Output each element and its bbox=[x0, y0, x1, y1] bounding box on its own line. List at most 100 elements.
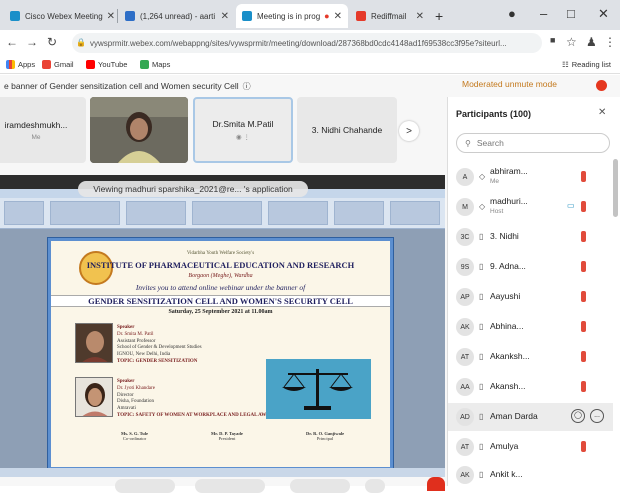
bookmark-gmail[interactable]: Gmail bbox=[42, 60, 74, 69]
thumbnail-self[interactable]: iramdeshmukh... Me bbox=[0, 97, 86, 163]
slide-place: Borgaon (Meghe), Wardha bbox=[188, 273, 253, 279]
bookmark-youtube[interactable]: YouTube bbox=[86, 60, 127, 69]
thumbnail-video[interactable] bbox=[90, 97, 188, 163]
participant-row[interactable]: AT ▯ Akanksh... bbox=[448, 343, 613, 371]
minimize-icon[interactable]: – bbox=[540, 6, 547, 21]
tab-rediffmail[interactable]: Rediffmail ✕ bbox=[350, 4, 430, 28]
muted-mic-icon[interactable] bbox=[581, 171, 586, 182]
participant-row[interactable]: AD ▯ Aman Darda ◯ ... bbox=[448, 403, 613, 431]
webex-meeting-app: e banner of Gender sensitization cell an… bbox=[0, 75, 620, 493]
back-icon[interactable]: ← bbox=[6, 35, 18, 49]
camera-indicator-icon[interactable]: ■ bbox=[550, 35, 555, 45]
mute-button[interactable] bbox=[115, 479, 175, 493]
alert-icon[interactable] bbox=[596, 80, 607, 91]
participant-row[interactable]: 3C ▯ 3. Nidhi bbox=[448, 223, 613, 251]
slide-date: Saturday, 25 September 2021 at 11.00am bbox=[168, 309, 273, 315]
reactions-button[interactable] bbox=[365, 479, 385, 493]
youtube-icon bbox=[86, 60, 95, 69]
slide-society: Vidarbha Youth Welfare Society's bbox=[186, 251, 255, 256]
close-icon[interactable]: ✕ bbox=[330, 11, 342, 22]
star-icon[interactable]: ☆ bbox=[566, 35, 577, 49]
address-bar-row: ← → ↻ vywsprmitr.webex.com/webappng/site… bbox=[0, 30, 620, 56]
phone-icon: ▯ bbox=[479, 382, 484, 391]
tab-webex-meetings[interactable]: Cisco Webex Meeting ✕ bbox=[4, 4, 116, 28]
bookmark-maps[interactable]: Maps bbox=[140, 60, 170, 69]
profile-avatar-icon[interactable]: ♟ bbox=[586, 35, 597, 49]
bookmarks-bar: Apps Gmail YouTube Maps ☷ Reading list bbox=[0, 56, 620, 74]
mute-action-icon[interactable]: ◯ bbox=[571, 409, 585, 423]
footer-principal: Dr. R. O. Ganjiwale Principal bbox=[306, 431, 345, 441]
speaker1-photo bbox=[75, 323, 113, 363]
speaker1-details: Speaker Dr. Smita M. Patil Assistant Pro… bbox=[117, 325, 202, 364]
viewing-application-label: Viewing madhuri sparshika_2021@re... 's … bbox=[78, 181, 308, 197]
phone-icon: ▯ bbox=[479, 412, 484, 421]
muted-mic-icon[interactable] bbox=[581, 291, 586, 302]
slide-event: GENDER SENSITIZATION CELL AND WOMEN'S SE… bbox=[51, 295, 390, 307]
window-close-icon[interactable]: ✕ bbox=[598, 6, 609, 22]
tab-label: Rediffmail bbox=[371, 11, 407, 21]
muted-mic-icon[interactable] bbox=[581, 351, 586, 362]
participant-row[interactable]: 9S ▯ 9. Adna... bbox=[448, 253, 613, 281]
bookmark-apps[interactable]: Apps bbox=[6, 60, 35, 69]
muted-mic-icon[interactable] bbox=[581, 321, 586, 332]
more-options-icon[interactable]: ... bbox=[590, 409, 604, 423]
phone-icon: ▯ bbox=[479, 322, 484, 331]
phone-icon: ▯ bbox=[479, 352, 484, 361]
info-icon[interactable]: ⓘ bbox=[243, 81, 251, 92]
video-thumbnails-strip: iramdeshmukh... Me Dr.Smita M.Patil ◉ ⋮ … bbox=[0, 97, 445, 173]
muted-mic-icon[interactable] bbox=[581, 261, 586, 272]
slide-institute: INSTITUTE OF PHARMACEUTICAL EDUCATION AN… bbox=[86, 260, 355, 270]
webex-icon bbox=[242, 11, 252, 21]
participant-row[interactable]: M ◇ madhuri... Host ▭ bbox=[448, 193, 613, 221]
mail-icon bbox=[125, 11, 135, 21]
maximize-icon[interactable]: □ bbox=[567, 6, 575, 21]
muted-mic-icon[interactable] bbox=[581, 441, 586, 452]
tab-label: (1,264 unread) - aarti bbox=[140, 11, 216, 21]
participant-row[interactable]: AA ▯ Akansh... bbox=[448, 373, 613, 401]
next-thumbnails-button[interactable]: > bbox=[399, 121, 419, 141]
leave-meeting-button[interactable] bbox=[427, 477, 445, 491]
tab-gmail[interactable]: (1,264 unread) - aarti ✕ bbox=[119, 4, 235, 28]
slide-invite: Invites you to attend online webinar und… bbox=[135, 283, 306, 292]
phone-icon: ▯ bbox=[479, 262, 484, 271]
reading-list[interactable]: ☷ Reading list bbox=[562, 60, 611, 69]
participant-search-input[interactable]: ⚲ Search bbox=[456, 133, 610, 153]
audio-icon: ◉ ⋮ bbox=[236, 134, 250, 141]
gmail-icon bbox=[42, 60, 51, 69]
close-icon[interactable]: ✕ bbox=[412, 11, 424, 22]
profile-icon[interactable]: ● bbox=[508, 6, 516, 21]
footer-president: Mr. D. P. Tayade President bbox=[211, 431, 243, 441]
participant-row[interactable]: AK ▯ Abhina... bbox=[448, 313, 613, 341]
lock-icon[interactable]: 🔒 bbox=[76, 38, 86, 47]
participant-row[interactable]: AK ▯ Ankit k... bbox=[448, 461, 613, 486]
muted-mic-icon[interactable] bbox=[581, 381, 586, 392]
participant-video bbox=[90, 97, 188, 163]
menu-kebab-icon[interactable]: ⋮ bbox=[604, 35, 616, 49]
tab-meeting-in-progress[interactable]: Meeting is in prog ● ✕ bbox=[236, 4, 348, 28]
search-icon: ⚲ bbox=[465, 138, 471, 148]
muted-mic-icon[interactable] bbox=[581, 231, 586, 242]
footer-coordinator: Ms. S. G. Tule Co-ordinator bbox=[121, 431, 149, 441]
moderated-unmute-label: Moderated unmute mode bbox=[462, 79, 557, 89]
speaker2-details: Speaker Dr. Jyoti Khandare Director Dish… bbox=[117, 379, 289, 418]
close-icon[interactable]: ✕ bbox=[103, 11, 115, 22]
participant-row[interactable]: A ◇ abhiram... Me bbox=[448, 163, 613, 191]
thumbnail-nidhi-chahande[interactable]: 3. Nidhi Chahande bbox=[297, 97, 397, 163]
video-button[interactable] bbox=[195, 479, 265, 493]
close-icon[interactable]: ✕ bbox=[217, 11, 229, 22]
participant-row[interactable]: AT ▯ Amulya bbox=[448, 433, 613, 461]
new-tab-button[interactable]: + bbox=[435, 8, 443, 24]
url-field[interactable]: vywsprmitr.webex.com/webappng/sites/vyws… bbox=[72, 33, 542, 53]
muted-mic-icon[interactable] bbox=[581, 201, 586, 212]
participant-row[interactable]: AP ▯ Aayushi bbox=[448, 283, 613, 311]
phone-icon: ▯ bbox=[479, 292, 484, 301]
webex-icon bbox=[10, 11, 20, 21]
thumbnail-smita-patil[interactable]: Dr.Smita M.Patil ◉ ⋮ bbox=[193, 97, 293, 163]
close-icon[interactable]: ✕ bbox=[598, 107, 606, 118]
forward-icon[interactable]: → bbox=[26, 35, 38, 49]
reload-icon[interactable]: ↻ bbox=[47, 35, 57, 49]
share-button[interactable] bbox=[290, 479, 350, 493]
participants-scrollbar[interactable] bbox=[613, 159, 618, 217]
reading-list-icon: ☷ bbox=[562, 60, 569, 69]
speaker2-photo bbox=[75, 377, 113, 417]
